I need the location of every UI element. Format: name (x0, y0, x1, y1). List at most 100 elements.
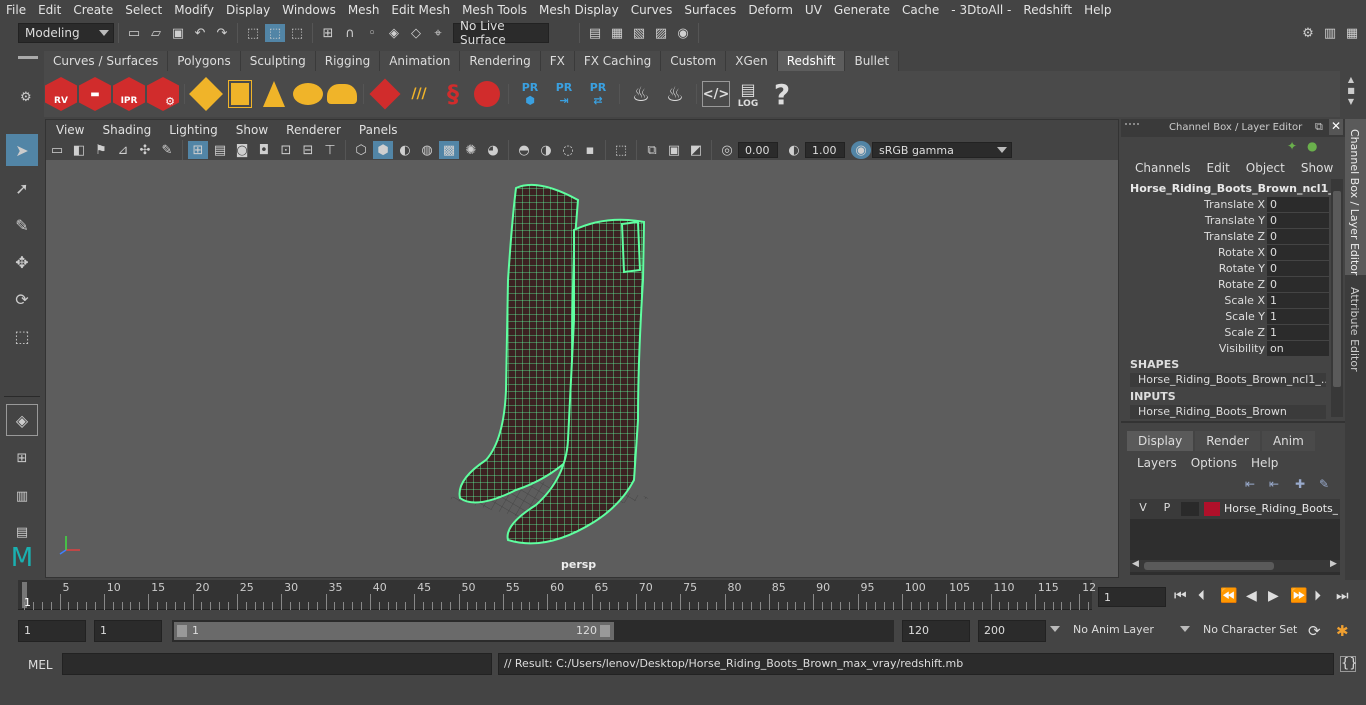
select-component-icon[interactable]: ⬚ (287, 24, 307, 42)
channel-value-field[interactable]: 0 (1267, 213, 1329, 228)
2d-pan-icon[interactable]: ✣ (135, 141, 155, 159)
tab-redshift[interactable]: Redshift (777, 51, 846, 71)
viewport-menu-panels[interactable]: Panels (349, 123, 406, 137)
channel-menu-show[interactable]: Show (1301, 161, 1333, 175)
scroll-right-icon[interactable]: ▶ (1330, 559, 1337, 569)
rs-log-button[interactable]: ▤ LOG (732, 77, 764, 111)
xray-joints-icon[interactable]: ⧉ (642, 141, 662, 159)
tab-curves-surfaces[interactable]: Curves / Surfaces (44, 51, 169, 71)
tab-bullet[interactable]: Bullet (845, 51, 900, 71)
gate-mask-icon[interactable]: ◘ (254, 141, 274, 159)
menu-select[interactable]: Select (119, 3, 168, 17)
menu-windows[interactable]: Windows (276, 3, 342, 17)
rs-area-light-button[interactable] (189, 77, 223, 111)
float-panel-icon[interactable]: ⧉ (1315, 120, 1323, 134)
viewport-3d-view[interactable]: persp (46, 160, 1118, 577)
hypershade-icon[interactable]: ◉ (673, 24, 693, 42)
render-frame-icon[interactable]: ▦ (607, 24, 627, 42)
channel-row[interactable]: Translate Y0 (1121, 213, 1345, 229)
rotate-tool-icon[interactable]: ⟳ (6, 283, 38, 315)
ambient-occlusion-icon[interactable]: ◓ (514, 141, 534, 159)
exposure-field[interactable]: 0.00 (738, 142, 778, 158)
snap-grid-icon[interactable]: ⊞ (318, 24, 338, 42)
camera-attr-icon[interactable]: ◧ (69, 141, 89, 159)
step-forward-key-icon[interactable]: ⏩ (1290, 588, 1307, 604)
ipr-render-icon[interactable]: ▧ (629, 24, 649, 42)
two-pane-layout-icon[interactable]: ▥ (6, 480, 38, 512)
open-scene-icon[interactable]: ▱ (146, 24, 166, 42)
range-end-grip[interactable] (600, 625, 610, 637)
snap-curve-icon[interactable]: ∩ (340, 24, 360, 42)
go-to-end-icon[interactable]: ⏭ (1336, 588, 1349, 604)
safe-action-icon[interactable]: ⊟ (298, 141, 318, 159)
live-surface-field[interactable]: No Live Surface (453, 19, 549, 47)
shelf-gear-icon[interactable]: ⚙ (20, 90, 32, 105)
range-slider-track[interactable]: 1 120 (172, 620, 894, 642)
channel-row[interactable]: Translate Z0 (1121, 229, 1345, 245)
layer-row[interactable]: V P Horse_Riding_Boots_B (1130, 499, 1340, 519)
layer-playback-toggle[interactable]: P (1158, 501, 1176, 516)
input-node-item[interactable]: Horse_Riding_Boots_Brown (1130, 405, 1326, 419)
bookmark-icon[interactable]: ⚑ (91, 141, 111, 159)
layer-color-swatch[interactable] (1204, 502, 1220, 516)
channel-row[interactable]: Visibility on (1121, 341, 1345, 357)
colorspace-dropdown[interactable]: sRGB gamma (872, 142, 1012, 158)
menu-cache[interactable]: Cache (896, 3, 945, 17)
anti-alias-icon[interactable]: ◌ (558, 141, 578, 159)
channel-row[interactable]: Rotate Y0 (1121, 261, 1345, 277)
scrollbar-thumb[interactable] (1333, 191, 1341, 387)
move-layer-down-icon[interactable]: ⇤ (1269, 477, 1279, 491)
render-settings-icon[interactable]: ▨ (651, 24, 671, 42)
select-object-icon[interactable]: ⬚ (265, 24, 285, 42)
rs-hair-button[interactable]: /// (403, 77, 435, 111)
menu-mesh[interactable]: Mesh (342, 3, 386, 17)
end-time-field[interactable]: 200 (978, 620, 1046, 642)
playback-end-field[interactable]: 120 (902, 620, 970, 642)
chevron-down-icon[interactable] (1050, 626, 1060, 632)
rs-batch-render-button[interactable]: ▬ (79, 77, 111, 111)
tab-attribute-editor[interactable]: Attribute Editor (1345, 279, 1366, 374)
viewport-menu-show[interactable]: Show (226, 123, 276, 137)
channel-menu-channels[interactable]: Channels (1135, 161, 1191, 175)
step-forward-frame-icon[interactable]: ⏵ (1314, 588, 1321, 604)
script-editor-icon[interactable]: {} (1340, 656, 1358, 672)
safe-title-icon[interactable]: ⊤ (320, 141, 340, 159)
close-icon[interactable]: ✕ (1329, 119, 1343, 135)
rs-sun-sky-button[interactable] (326, 77, 358, 111)
menu-file[interactable]: File (0, 3, 32, 17)
snap-surface-icon[interactable]: ◇ (406, 24, 426, 42)
channel-value-field[interactable]: on (1267, 341, 1329, 356)
tab-animation[interactable]: Animation (380, 51, 461, 71)
range-slider-handle[interactable]: 1 120 (174, 622, 614, 640)
shadows-icon[interactable]: ◕ (483, 141, 503, 159)
tab-rigging[interactable]: Rigging (315, 51, 381, 71)
channel-value-field[interactable]: 0 (1267, 277, 1329, 292)
shape-node-item[interactable]: Horse_Riding_Boots_Brown_ncl1_... (1130, 373, 1326, 387)
scrollbar-thumb[interactable] (1144, 562, 1274, 570)
menu-3dtoall[interactable]: - 3DtoAll - (945, 3, 1017, 17)
channel-menu-edit[interactable]: Edit (1207, 161, 1230, 175)
rs-proxy-button[interactable] (369, 77, 401, 111)
menu-modify[interactable]: Modify (168, 3, 220, 17)
menu-generate[interactable]: Generate (828, 3, 896, 17)
move-tool-icon[interactable]: ✥ (6, 246, 38, 278)
channel-value-field[interactable]: 0 (1267, 229, 1329, 244)
panel-divider[interactable] (1121, 421, 1345, 423)
rs-pr-button-3[interactable]: PR ⇄ (582, 77, 614, 111)
film-gate-icon[interactable]: ▤ (210, 141, 230, 159)
xray-active-icon[interactable]: ▣ (664, 141, 684, 159)
four-view-layout-icon[interactable]: ⊞ (6, 442, 38, 474)
tab-custom[interactable]: Custom (661, 51, 727, 71)
smooth-shade-icon[interactable]: ⬢ (373, 141, 393, 159)
image-plane-icon[interactable]: ⊿ (113, 141, 133, 159)
workspace-icon[interactable]: ⚙ (1298, 24, 1318, 42)
lasso-tool-icon[interactable]: ➚ (6, 172, 38, 204)
rs-ipr-button[interactable]: IPR (113, 77, 145, 111)
paint-select-icon[interactable]: ✎ (6, 209, 38, 241)
dof-icon[interactable]: ▪ (580, 141, 600, 159)
wire-on-shaded-icon[interactable]: ◐ (395, 141, 415, 159)
menu-redshift[interactable]: Redshift (1017, 3, 1078, 17)
channel-menu-object[interactable]: Object (1246, 161, 1285, 175)
channel-value-field[interactable]: 1 (1267, 309, 1329, 324)
layer-menu-help[interactable]: Help (1251, 456, 1278, 470)
